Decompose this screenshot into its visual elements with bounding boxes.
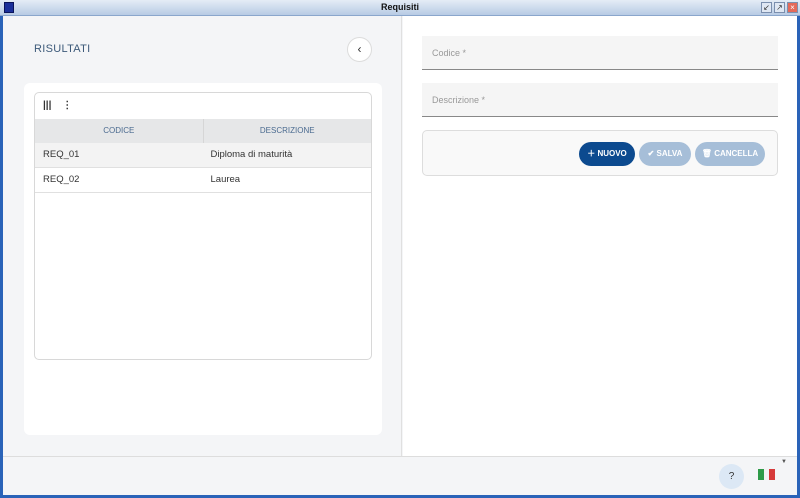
help-button[interactable]: ? <box>719 464 744 489</box>
column-header-codice[interactable]: CODICE <box>35 119 204 143</box>
more-vertical-icon[interactable]: ⋮ <box>62 100 72 111</box>
descrizione-input[interactable]: Descrizione * <box>422 83 778 117</box>
results-panel: RISULTATI ‹ ||| ⋮ CODICE DESCRIZIONE REQ… <box>3 16 402 456</box>
check-icon: ✔ <box>647 149 657 158</box>
close-button[interactable]: × <box>787 2 798 13</box>
chevron-left-icon: ‹ <box>357 42 362 56</box>
minimize-button[interactable]: ↙ <box>761 2 772 13</box>
footer: ? ▼ <box>3 456 797 495</box>
action-bar: ＋ NUOVO ✔ SALVA 🗑 CANCELLA <box>422 130 778 176</box>
table-row[interactable]: REQ_02 Laurea <box>35 168 371 193</box>
new-button[interactable]: ＋ NUOVO <box>579 142 635 166</box>
results-grid: ||| ⋮ CODICE DESCRIZIONE REQ_01 Diploma … <box>34 92 372 360</box>
italian-flag-icon[interactable] <box>758 469 776 480</box>
cell-descrizione: Diploma di maturità <box>210 149 293 160</box>
grid-toolbar: ||| ⋮ <box>35 93 371 119</box>
detail-panel: Codice * Descrizione * ＋ NUOVO ✔ SALVA 🗑… <box>403 16 797 456</box>
results-card: ||| ⋮ CODICE DESCRIZIONE REQ_01 Diploma … <box>24 83 382 435</box>
collapse-button[interactable]: ‹ <box>347 37 372 62</box>
cell-codice: REQ_01 <box>43 149 80 160</box>
codice-input[interactable]: Codice * <box>422 36 778 70</box>
columns-icon[interactable]: ||| <box>43 100 51 111</box>
plus-icon: ＋ <box>587 149 598 158</box>
help-icon: ? <box>728 471 735 482</box>
column-header-descrizione[interactable]: DESCRIZIONE <box>204 119 372 143</box>
title-bar: Requisiti ↙ ↗ × <box>0 0 800 16</box>
cell-codice: REQ_02 <box>43 174 80 185</box>
maximize-button[interactable]: ↗ <box>774 2 785 13</box>
save-button[interactable]: ✔ SALVA <box>639 142 691 166</box>
trash-icon: 🗑 <box>701 149 715 158</box>
grid-header: CODICE DESCRIZIONE <box>35 119 371 143</box>
window-body: RISULTATI ‹ ||| ⋮ CODICE DESCRIZIONE REQ… <box>3 16 797 495</box>
cell-descrizione: Laurea <box>210 174 241 185</box>
table-row[interactable]: REQ_01 Diploma di maturità <box>35 143 371 168</box>
window-title: Requisiti <box>380 2 419 12</box>
results-title: RISULTATI <box>34 43 91 55</box>
cancel-button[interactable]: 🗑 CANCELLA <box>695 142 765 166</box>
language-dropdown-icon[interactable]: ▼ <box>781 459 787 465</box>
